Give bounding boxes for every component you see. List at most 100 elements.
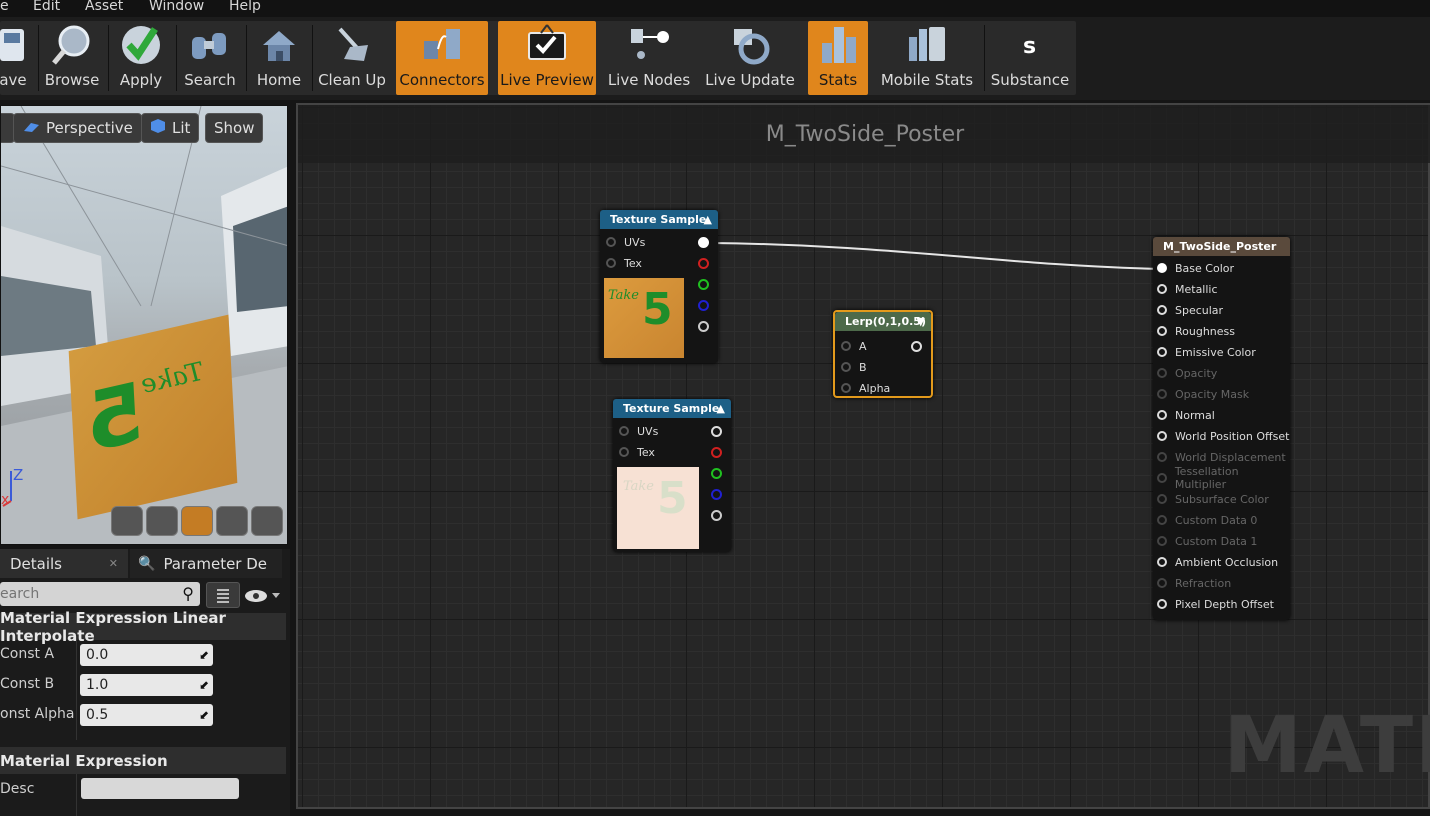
material-input-pin[interactable]: Opacity <box>1157 363 1217 383</box>
input-pin-icon[interactable] <box>1157 347 1167 357</box>
node-header[interactable]: Lerp(0,1,0.5) ▼ <box>835 312 931 331</box>
a-output-pin[interactable] <box>711 510 722 521</box>
apply-button[interactable]: Apply <box>112 21 170 95</box>
details-search[interactable]: ⚲ <box>0 582 200 606</box>
input-pin-icon[interactable] <box>1157 368 1167 378</box>
node-header[interactable]: M_TwoSide_Poster <box>1153 237 1290 256</box>
texture-sample-node-2[interactable]: Texture Sample ▲ UVs Tex Take 5 <box>613 399 731 552</box>
search-button[interactable]: Search <box>180 21 240 95</box>
tab-details[interactable]: Details ✕ <box>0 549 128 578</box>
input-pin-icon[interactable] <box>1157 578 1167 588</box>
input-pin-icon[interactable] <box>1157 494 1167 504</box>
close-tab-icon[interactable]: ✕ <box>109 557 118 570</box>
uvs-pin[interactable]: UVs <box>619 421 658 441</box>
material-input-pin[interactable]: Custom Data 0 <box>1157 510 1257 530</box>
live-preview-button[interactable]: Live Preview <box>498 21 596 95</box>
menu-window[interactable]: Window <box>149 0 204 14</box>
material-input-pin[interactable]: Metallic <box>1157 279 1218 299</box>
input-pin-icon[interactable] <box>1157 536 1167 546</box>
preview-sphere-button[interactable] <box>146 506 178 536</box>
visibility-dropdown[interactable] <box>244 586 284 606</box>
uvs-pin[interactable]: UVs <box>606 232 645 252</box>
input-pin-icon[interactable] <box>1157 473 1167 483</box>
substance-button[interactable]: s Substance <box>988 21 1072 95</box>
preview-viewport[interactable]: Take 5 Z x Perspective Lit Show <box>0 105 288 545</box>
rgb-output-pin[interactable] <box>698 237 709 248</box>
alpha-input-pin[interactable]: Alpha <box>841 378 890 398</box>
g-output-pin[interactable] <box>698 279 709 290</box>
menu-help[interactable]: Help <box>229 0 261 14</box>
material-graph[interactable]: M_TwoSide_Poster MATER Texture Sample▲ U… <box>296 103 1430 809</box>
lerp-node[interactable]: Lerp(0,1,0.5) ▼ A B Alpha <box>833 310 933 398</box>
material-input-pin[interactable]: Custom Data 1 <box>1157 531 1257 551</box>
collapse-icon[interactable]: ▲ <box>704 213 712 226</box>
material-input-pin[interactable]: Roughness <box>1157 321 1235 341</box>
preview-cube-button[interactable] <box>216 506 248 536</box>
connectors-button[interactable]: Connectors <box>396 21 488 95</box>
const-alpha-field[interactable]: 0.5 ⬋ <box>80 704 213 726</box>
save-button[interactable]: ave <box>0 21 27 95</box>
home-button[interactable]: Home <box>250 21 308 95</box>
material-input-pin[interactable]: Subsurface Color <box>1157 489 1269 509</box>
tex-pin[interactable]: Tex <box>606 253 642 273</box>
browse-button[interactable]: Browse <box>42 21 102 95</box>
a-input-pin[interactable]: A <box>841 336 867 356</box>
collapse-icon[interactable]: ▲ <box>717 402 725 415</box>
const-b-field[interactable]: 1.0 ⬋ <box>80 674 213 696</box>
material-input-pin[interactable]: Refraction <box>1157 573 1231 593</box>
material-input-pin[interactable]: World Displacement <box>1157 447 1286 467</box>
material-input-pin[interactable]: Normal <box>1157 405 1215 425</box>
grid-view-button[interactable] <box>206 582 240 608</box>
lerp-output-pin[interactable] <box>911 341 922 352</box>
input-pin-icon[interactable] <box>1157 515 1167 525</box>
desc-field[interactable] <box>81 778 239 799</box>
menu-file[interactable]: e <box>0 0 9 14</box>
node-header[interactable]: Texture Sample ▲ <box>613 399 731 418</box>
node-header[interactable]: Texture Sample ▲ <box>600 210 718 229</box>
perspective-button[interactable]: Perspective <box>13 113 142 143</box>
collapse-icon[interactable]: ▼ <box>917 315 925 328</box>
live-nodes-button[interactable]: Live Nodes <box>604 21 694 95</box>
menu-asset[interactable]: Asset <box>85 0 123 14</box>
stats-button[interactable]: Stats <box>808 21 868 95</box>
material-input-pin[interactable]: Opacity Mask <box>1157 384 1249 404</box>
menu-edit[interactable]: Edit <box>33 0 60 14</box>
b-output-pin[interactable] <box>711 489 722 500</box>
search-input[interactable] <box>0 582 170 606</box>
category-material-expression[interactable]: Material Expression <box>0 747 286 774</box>
material-input-pin[interactable]: World Position Offset <box>1157 426 1289 446</box>
const-a-field[interactable]: 0.0 ⬋ <box>80 644 213 666</box>
r-output-pin[interactable] <box>711 447 722 458</box>
material-input-pin[interactable]: Tessellation Multiplier <box>1157 465 1290 491</box>
a-output-pin[interactable] <box>698 321 709 332</box>
input-pin-icon[interactable] <box>1157 284 1167 294</box>
input-pin-icon[interactable] <box>1157 326 1167 336</box>
r-output-pin[interactable] <box>698 258 709 269</box>
live-update-button[interactable]: Live Update <box>702 21 798 95</box>
input-pin-icon[interactable] <box>1157 431 1167 441</box>
category-linear-interpolate[interactable]: Material Expression Linear Interpolate <box>0 609 286 645</box>
texture-sample-node-1[interactable]: Texture Sample ▲ UVs Tex Take 5 <box>600 210 718 363</box>
material-input-pin[interactable]: Pixel Depth Offset <box>1157 594 1274 614</box>
material-input-pin[interactable]: Ambient Occlusion <box>1157 552 1278 572</box>
material-input-pin[interactable]: Emissive Color <box>1157 342 1256 362</box>
b-output-pin[interactable] <box>698 300 709 311</box>
material-input-pin[interactable]: Specular <box>1157 300 1223 320</box>
input-pin-icon[interactable] <box>1157 263 1167 273</box>
input-pin-icon[interactable] <box>1157 599 1167 609</box>
rgb-output-pin[interactable] <box>711 426 722 437</box>
preview-plane-button[interactable] <box>181 506 213 536</box>
clean-up-button[interactable]: Clean Up <box>316 21 388 95</box>
input-pin-icon[interactable] <box>1157 557 1167 567</box>
material-result-node[interactable]: M_TwoSide_Poster Base Color Metallic Specu… <box>1153 237 1290 620</box>
input-pin-icon[interactable] <box>1157 305 1167 315</box>
show-button[interactable]: Show <box>205 113 264 143</box>
mobile-stats-button[interactable]: Mobile Stats <box>878 21 976 95</box>
tab-parameter-defaults[interactable]: 🔍 Parameter De <box>130 549 282 578</box>
lit-button[interactable]: Lit <box>141 113 200 143</box>
g-output-pin[interactable] <box>711 468 722 479</box>
tex-pin[interactable]: Tex <box>619 442 655 462</box>
b-input-pin[interactable]: B <box>841 357 867 377</box>
input-pin-icon[interactable] <box>1157 389 1167 399</box>
preview-custom-mesh-button[interactable] <box>251 506 283 536</box>
